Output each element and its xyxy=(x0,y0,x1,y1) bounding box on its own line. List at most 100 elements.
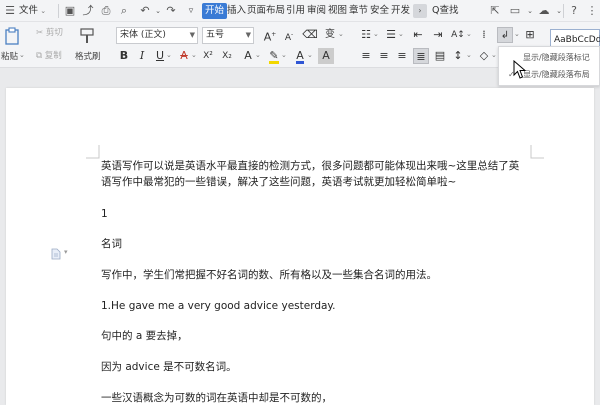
chevron-down-icon[interactable]: ⌄ xyxy=(281,51,287,59)
tab-home[interactable]: 开始 xyxy=(202,3,228,19)
line-spacing-icon[interactable]: ↕ xyxy=(450,48,466,64)
export-icon[interactable]: ⤴ xyxy=(81,4,95,18)
align-center-icon[interactable]: ≡ xyxy=(376,48,392,64)
menu-item-show-hide-paragraph-layout[interactable]: 显示/隐藏段落布局 xyxy=(523,69,590,80)
redo-icon[interactable]: ↷ xyxy=(164,4,178,18)
strikethrough-icon[interactable]: A xyxy=(176,48,192,64)
cut-button[interactable]: ✂ 剪切 xyxy=(36,26,63,38)
font-color-icon[interactable]: A xyxy=(292,48,308,64)
document-icon[interactable]: ▭ xyxy=(508,4,522,18)
tab-developer[interactable]: 开发 xyxy=(390,3,411,19)
menu-item-show-hide-paragraph-marks[interactable]: 显示/隐藏段落标记 xyxy=(523,52,590,63)
share-icon[interactable]: ⇱ xyxy=(488,4,502,18)
chevron-down-icon[interactable]: ⌄ xyxy=(466,51,472,59)
save-icon[interactable]: ▣ xyxy=(63,4,77,18)
file-menu-label: 文件 xyxy=(19,5,39,16)
chevron-down-icon[interactable]: ⌄ xyxy=(373,30,379,38)
decrease-indent-icon[interactable]: ⇤ xyxy=(410,27,426,43)
paste-label[interactable]: 粘贴 xyxy=(1,50,18,62)
print-icon[interactable]: ⎙ xyxy=(99,4,113,18)
align-left-icon[interactable]: ≡ xyxy=(358,48,374,64)
superscript-icon[interactable]: X² xyxy=(200,48,216,64)
divider xyxy=(563,4,564,18)
chevron-down-icon[interactable]: ⌄ xyxy=(466,30,472,38)
chevron-down-icon[interactable]: ⌄ xyxy=(491,51,497,59)
copy-button[interactable]: ⧉ 复制 xyxy=(36,49,62,61)
chevron-down-icon[interactable]: ⌄ xyxy=(191,51,197,59)
paragraph[interactable]: 1.He gave me a very good advice yesterda… xyxy=(101,298,531,314)
distribute-icon[interactable]: ▤ xyxy=(432,48,448,64)
justify-icon[interactable]: ≣ xyxy=(413,48,429,64)
brush-icon xyxy=(80,28,94,43)
divider xyxy=(58,4,59,18)
copy-icon: ⧉ xyxy=(36,51,43,61)
chevron-down-icon[interactable]: ▾ xyxy=(64,248,68,256)
undo-icon[interactable]: ↶ xyxy=(138,4,152,18)
text-effect-icon[interactable]: A xyxy=(240,48,256,64)
tab-label: 页面布局 xyxy=(247,5,286,16)
chevron-down-icon[interactable]: ⌄ xyxy=(255,51,261,59)
grow-font-icon[interactable]: A+ xyxy=(262,27,278,44)
paragraph[interactable]: 一些汉语概念为可数的词在英语中却是不可数的， xyxy=(101,390,531,405)
format-painter-label[interactable]: 格式刷 xyxy=(75,50,101,62)
chevron-down-icon[interactable]: ⌄ xyxy=(19,51,25,59)
paragraph-layout-icon[interactable] xyxy=(51,248,61,260)
help-icon[interactable]: ? xyxy=(567,4,581,18)
chevron-down-icon[interactable]: ⌄ xyxy=(514,30,520,38)
print-preview-icon[interactable]: ⌕ xyxy=(117,4,131,18)
cloud-icon[interactable]: ☁ xyxy=(537,4,551,18)
undo-dropdown-icon[interactable]: ⌄ xyxy=(151,4,165,18)
tab-insert[interactable]: 插入 xyxy=(226,3,247,19)
paragraph[interactable]: 语写作中最常犯的一些错误，解决了这些问题，英语考试就更加轻松简单啦~ xyxy=(101,174,531,190)
chevron-down-icon[interactable]: ⌄ xyxy=(338,30,344,38)
search-button[interactable]: Q查找 xyxy=(432,0,458,22)
bullet-list-icon[interactable]: ☷ xyxy=(358,27,374,43)
increase-indent-icon[interactable]: ⇥ xyxy=(430,27,446,43)
paragraph[interactable]: 英语写作可以说是英语水平最直接的检测方式，很多问题都可能体现出来哦~这里总结了英 xyxy=(101,158,531,174)
chevron-down-icon[interactable]: ⌄ xyxy=(166,51,172,59)
sort-icon[interactable]: A↕ xyxy=(450,27,466,43)
chevron-down-icon[interactable]: ⌄ xyxy=(398,30,404,38)
format-painter-button[interactable] xyxy=(78,27,96,48)
tab-references[interactable]: 引用 xyxy=(285,3,306,19)
tab-review[interactable]: 审阅 xyxy=(306,3,327,19)
document-page[interactable]: ▾ 英语写作可以说是英语水平最直接的检测方式，很多问题都可能体现出来哦~这里总结… xyxy=(6,88,594,405)
customize-toolbar-icon[interactable]: ▿ xyxy=(184,4,198,18)
align-right-icon[interactable]: ≡ xyxy=(394,48,410,64)
document-dropdown-icon[interactable]: ⌄ xyxy=(523,4,537,18)
chevron-down-icon[interactable]: ⌄ xyxy=(307,51,313,59)
numbered-list-icon[interactable]: ☰ xyxy=(383,27,399,43)
more-options-icon[interactable]: ⋮ xyxy=(585,4,599,18)
paragraph[interactable]: 1 xyxy=(101,206,531,222)
paragraph[interactable]: 句中的 a 要去掉， xyxy=(101,328,531,344)
bold-icon[interactable]: B xyxy=(116,48,132,64)
tab-section[interactable]: 章节 xyxy=(348,3,369,19)
highlight-icon[interactable]: ✎ xyxy=(266,48,282,64)
character-shading-icon[interactable]: A xyxy=(318,48,334,64)
shading-icon[interactable]: ◇ xyxy=(476,48,492,64)
font-size-select[interactable]: 五号 ▼ xyxy=(202,27,254,44)
tab-view[interactable]: 视图 xyxy=(327,3,348,19)
show-hide-paragraph-mark-icon[interactable]: ↲ xyxy=(497,27,513,43)
margin-corner-mark xyxy=(530,145,544,159)
table-borders-icon[interactable]: ⊞ xyxy=(522,27,538,43)
paragraph[interactable]: 名词 xyxy=(101,236,531,252)
paste-button[interactable] xyxy=(4,27,22,48)
hamburger-menu-icon[interactable]: ☰ xyxy=(3,4,17,18)
tab-page-layout[interactable]: 页面布局 xyxy=(246,3,286,19)
paragraph[interactable]: 写作中，学生们常把握不好名词的数、所有格以及一些集合名词的用法。 xyxy=(101,267,531,283)
tab-label: 章节 xyxy=(349,5,369,16)
paragraph[interactable]: 因为 advice 是不可数名词。 xyxy=(101,359,531,375)
tab-security[interactable]: 安全 xyxy=(369,3,390,19)
file-menu[interactable]: 文件 ⌄ xyxy=(19,0,46,22)
pinyin-guide-icon[interactable]: 变 xyxy=(322,27,338,43)
tab-label: 安全 xyxy=(370,5,390,16)
font-family-select[interactable]: 宋体 (正文) ▼ xyxy=(116,27,198,44)
subscript-icon[interactable]: X₂ xyxy=(219,48,235,64)
shrink-font-icon[interactable]: A- xyxy=(281,27,297,43)
more-tabs-icon[interactable]: › xyxy=(413,4,427,18)
chinese-layout-icon[interactable]: ⁞ xyxy=(476,27,492,43)
italic-icon[interactable]: I xyxy=(134,48,150,64)
tab-label: 开发 xyxy=(391,5,411,16)
clear-format-icon[interactable]: ⌫ xyxy=(302,27,318,43)
